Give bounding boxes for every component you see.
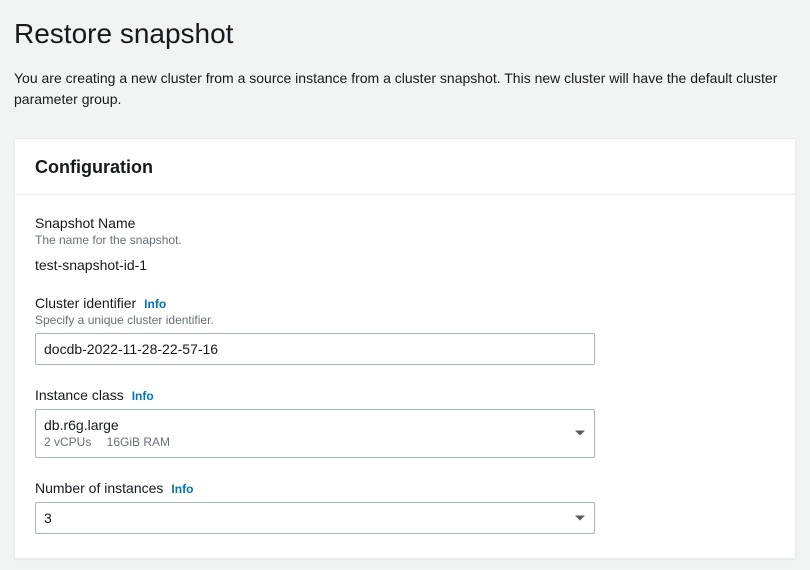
instance-class-select[interactable]: db.r6g.large 2 vCPUs 16GiB RAM (35, 409, 595, 458)
snapshot-name-value: test-snapshot-id-1 (35, 257, 775, 273)
number-of-instances-value: 3 (44, 509, 562, 527)
cluster-identifier-field: Cluster identifier Info Specify a unique… (35, 295, 775, 365)
snapshot-name-hint: The name for the snapshot. (35, 233, 775, 247)
number-of-instances-field: Number of instances Info 3 (35, 480, 775, 534)
cluster-identifier-input[interactable] (35, 333, 595, 365)
number-of-instances-select[interactable]: 3 (35, 502, 595, 534)
cluster-identifier-label: Cluster identifier (35, 295, 136, 311)
number-of-instances-label: Number of instances (35, 480, 163, 496)
snapshot-name-label: Snapshot Name (35, 215, 135, 231)
cluster-identifier-hint: Specify a unique cluster identifier. (35, 313, 775, 327)
instance-class-sub: 2 vCPUs 16GiB RAM (44, 435, 562, 451)
number-of-instances-info-link[interactable]: Info (171, 482, 193, 496)
panel-header: Configuration (15, 139, 795, 195)
instance-class-field: Instance class Info db.r6g.large 2 vCPUs… (35, 387, 775, 458)
cluster-identifier-info-link[interactable]: Info (144, 297, 166, 311)
configuration-panel: Configuration Snapshot Name The name for… (14, 138, 796, 559)
panel-title: Configuration (35, 157, 775, 178)
page-description: You are creating a new cluster from a so… (14, 68, 796, 110)
panel-body: Snapshot Name The name for the snapshot.… (15, 195, 795, 558)
instance-class-value: db.r6g.large (44, 416, 562, 434)
page-title: Restore snapshot (14, 18, 796, 50)
instance-class-label: Instance class (35, 387, 124, 403)
snapshot-name-field: Snapshot Name The name for the snapshot.… (35, 215, 775, 273)
instance-class-info-link[interactable]: Info (132, 389, 154, 403)
